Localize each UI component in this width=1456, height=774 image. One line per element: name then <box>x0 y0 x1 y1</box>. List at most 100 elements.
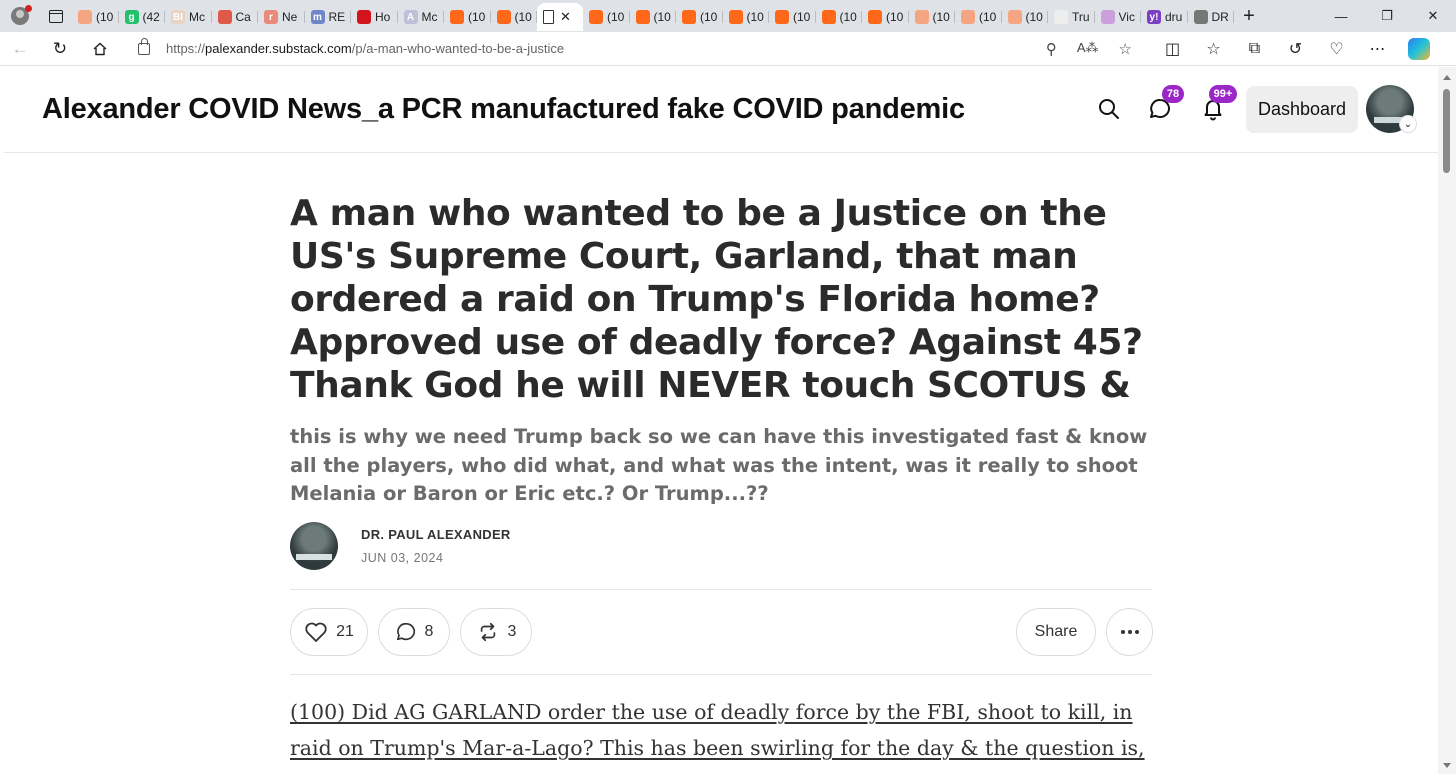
tab-label: (10 <box>653 10 671 24</box>
post-body-link[interactable]: (100) Did AG GARLAND order the use of de… <box>290 694 1152 774</box>
copilot-button[interactable] <box>1398 32 1439 66</box>
divider <box>290 674 1152 675</box>
window-controls: — ❐ ✕ <box>1318 0 1456 32</box>
browser-essentials-icon[interactable]: ♡ <box>1316 32 1357 66</box>
browser-tab[interactable]: r Ne <box>258 3 305 31</box>
site-header: Alexander COVID News_a PCR manufactured … <box>4 67 1438 153</box>
browser-tab[interactable]: y! dru <box>1141 3 1188 31</box>
browser-tab[interactable]: (10 <box>862 3 909 31</box>
tab-favicon-icon <box>635 10 650 24</box>
new-tab-button[interactable]: + <box>1234 0 1264 32</box>
browser-profile-button[interactable] <box>0 0 40 32</box>
read-aloud-icon[interactable]: A⁂ <box>1077 40 1099 58</box>
site-title[interactable]: Alexander COVID News_a PCR manufactured … <box>42 93 965 126</box>
post-actions: 21 8 3 Share <box>290 608 1153 656</box>
home-button[interactable] <box>80 32 120 66</box>
scroll-up-arrow-icon[interactable] <box>1443 75 1451 80</box>
address-bar-icons: ⚲ A⁂ ☆ <box>1046 40 1146 58</box>
browser-tab[interactable]: A Mc <box>398 3 445 31</box>
tab-favicon-icon: r <box>264 10 278 24</box>
browser-tab[interactable]: Vic <box>1095 3 1142 31</box>
tab-favicon-icon <box>357 10 371 24</box>
tab-favicon-icon <box>775 10 789 24</box>
comment-button[interactable]: 8 <box>378 608 450 656</box>
tab-actions-button[interactable] <box>40 0 72 32</box>
browser-tab[interactable]: (10 <box>909 3 956 31</box>
browser-tab[interactable]: (10 <box>1002 3 1049 31</box>
tab-label: (10 <box>468 10 486 24</box>
post-date: JUN 03, 2024 <box>361 551 444 565</box>
tab-label: Vic <box>1118 10 1135 24</box>
zoom-icon[interactable]: ⚲ <box>1046 40 1057 58</box>
favorites-icon[interactable]: ☆ <box>1193 32 1234 66</box>
tab-favicon-icon: m <box>310 10 325 24</box>
author-avatar[interactable] <box>290 522 338 570</box>
url-path: /p/a-man-who-wanted-to-be-a-justice <box>351 41 565 56</box>
tab-favicon-icon <box>914 10 929 24</box>
browser-tab[interactable]: (10 <box>72 3 119 31</box>
post-title: A man who wanted to be a Justice on the … <box>290 193 1143 406</box>
notification-count-badge: 99+ <box>1209 85 1237 103</box>
browser-tab[interactable]: (10 <box>723 3 770 31</box>
tab-favicon-icon <box>728 10 743 24</box>
back-button[interactable]: ← <box>0 32 40 66</box>
chevron-down-icon[interactable]: ⌄ <box>1399 115 1417 133</box>
dashboard-button[interactable]: Dashboard <box>1246 86 1358 133</box>
browser-tab[interactable]: (10 <box>816 3 863 31</box>
tab-label: (10 <box>514 10 532 24</box>
browser-toolbar: ← ↻ https://palexander.substack.com/p/a-… <box>0 32 1456 66</box>
address-bar[interactable]: https://palexander.substack.com/p/a-man-… <box>126 34 1146 63</box>
close-window-button[interactable]: ✕ <box>1410 0 1456 32</box>
tab-label: (10 <box>700 10 718 24</box>
settings-more-icon[interactable]: ⋯ <box>1357 32 1398 66</box>
minimize-button[interactable]: — <box>1318 0 1364 32</box>
browser-tab[interactable]: m RE <box>305 3 352 31</box>
browser-tab[interactable]: (10 <box>444 3 491 31</box>
tab-favicon-icon <box>1100 10 1115 24</box>
share-button[interactable]: Share <box>1016 608 1096 656</box>
browser-tab[interactable]: (10 <box>955 3 1002 31</box>
post-subtitle: this is why we need Trump back so we can… <box>290 425 1148 506</box>
tab-label: dru <box>1165 10 1183 24</box>
browser-tab[interactable]: (10 <box>676 3 723 31</box>
browser-tab[interactable]: (10 <box>491 3 538 31</box>
tab-favicon-icon <box>1193 10 1208 24</box>
tab-favicon-icon: BI <box>171 10 185 24</box>
browser-tab-active[interactable]: ✕ <box>537 3 583 31</box>
tab-favicon-icon <box>543 10 554 24</box>
tab-label: Ca <box>235 10 251 24</box>
split-screen-icon[interactable]: ◫ <box>1152 32 1193 66</box>
browser-tab[interactable]: Ho <box>351 3 398 31</box>
browser-tab[interactable]: (10 <box>769 3 816 31</box>
chat-count-badge: 78 <box>1162 85 1184 103</box>
scrollbar-thumb[interactable] <box>1443 89 1450 173</box>
maximize-button[interactable]: ❐ <box>1364 0 1410 32</box>
browser-tab[interactable]: (10 <box>583 3 630 31</box>
favorite-star-icon[interactable]: ☆ <box>1119 40 1132 58</box>
browser-tab[interactable]: Tru <box>1048 3 1095 31</box>
profile-alert-dot <box>25 5 32 12</box>
tab-label: (10 <box>886 10 904 24</box>
tab-label: (10 <box>607 10 625 24</box>
more-options-button[interactable] <box>1106 608 1153 656</box>
like-count: 21 <box>336 623 354 640</box>
close-tab-icon[interactable]: ✕ <box>560 9 571 25</box>
browser-tab[interactable]: g (42 <box>119 3 166 31</box>
like-button[interactable]: 21 <box>290 608 368 656</box>
refresh-button[interactable]: ↻ <box>40 32 80 66</box>
history-icon[interactable]: ↺ <box>1275 32 1316 66</box>
post-byline: DR. PAUL ALEXANDER JUN 03, 2024 <box>290 522 1152 572</box>
tab-favicon-icon <box>821 10 836 24</box>
collections-icon[interactable]: ⧉ <box>1234 32 1275 66</box>
tab-label: (10 <box>793 10 811 24</box>
browser-tab[interactable]: DR <box>1188 3 1235 31</box>
scroll-down-arrow-icon[interactable] <box>1443 763 1451 768</box>
page-scrollbar[interactable] <box>1438 67 1456 774</box>
author-name[interactable]: DR. PAUL ALEXANDER <box>361 527 511 542</box>
browser-tab[interactable]: Ca <box>212 3 259 31</box>
browser-tab[interactable]: (10 <box>630 3 677 31</box>
tab-favicon-icon <box>868 10 882 24</box>
search-button[interactable] <box>1094 94 1124 124</box>
browser-tab[interactable]: BI Mc <box>165 3 212 31</box>
restack-button[interactable]: 3 <box>460 608 532 656</box>
